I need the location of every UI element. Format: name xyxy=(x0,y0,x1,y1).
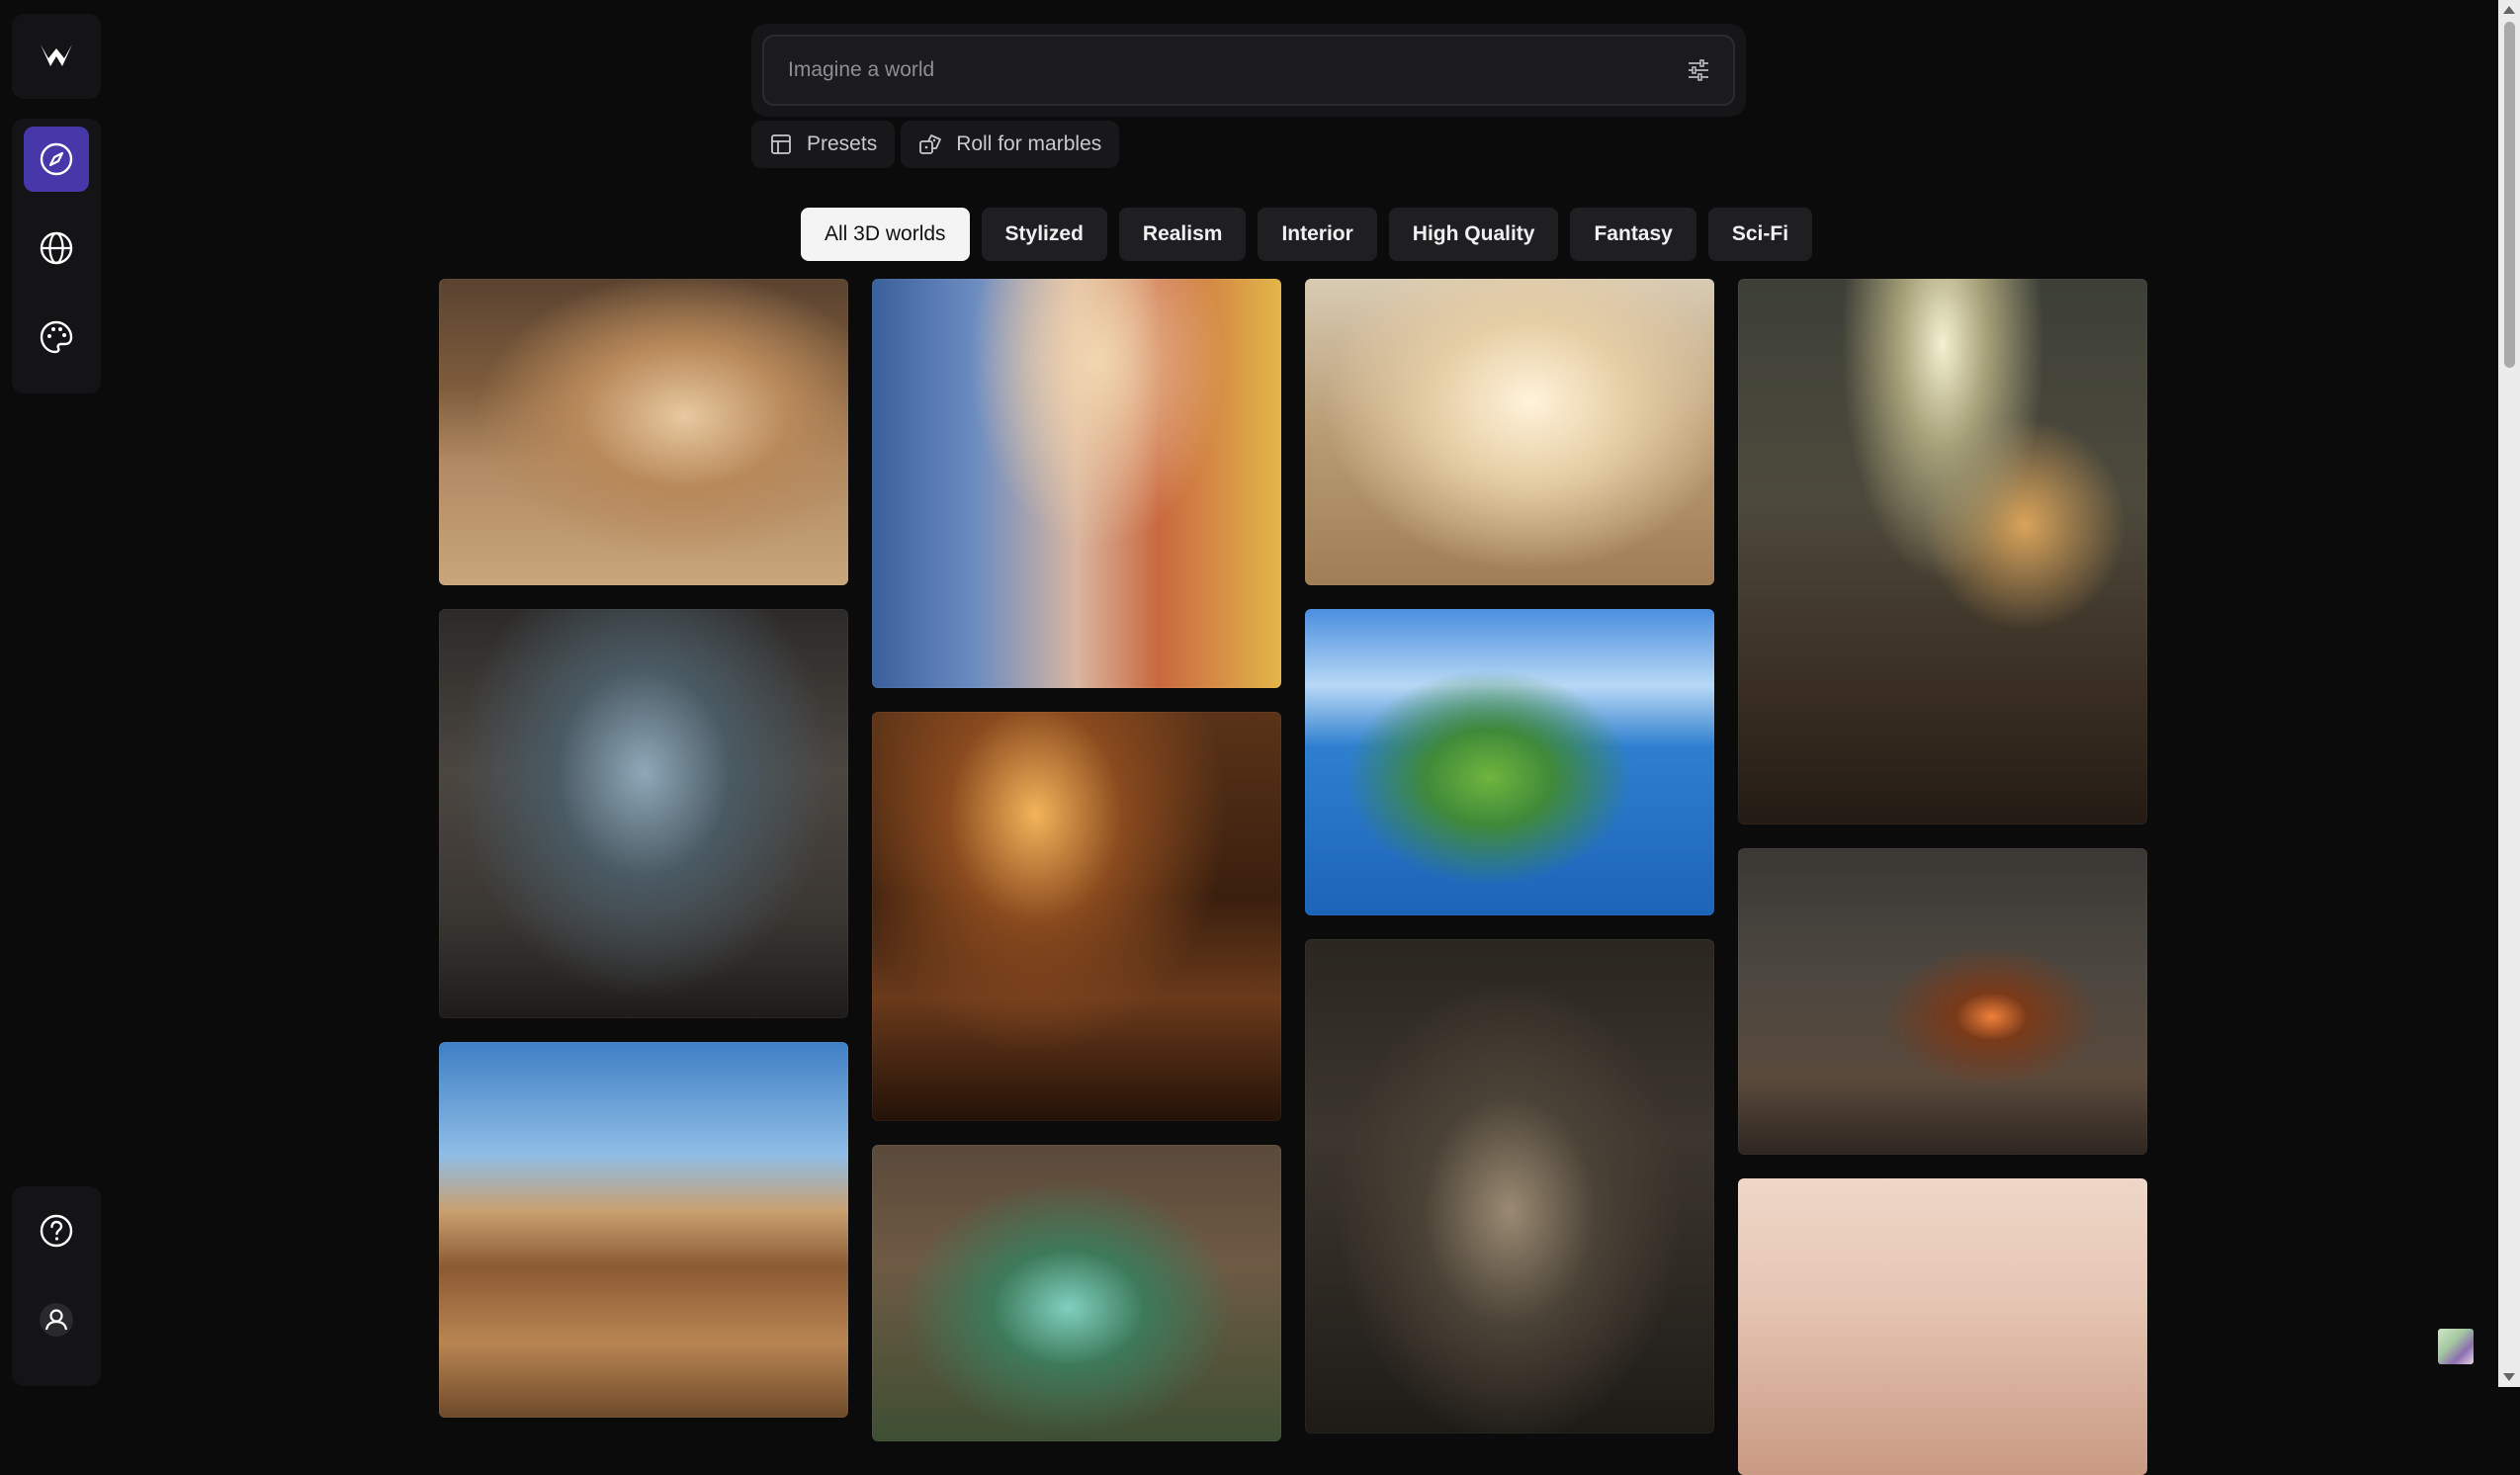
world-card-rustic-cabin[interactable] xyxy=(1738,848,2147,1155)
sidebar-logo-group xyxy=(12,14,101,99)
world-card-tropical-island[interactable] xyxy=(1305,609,1714,915)
roll-for-marbles-label: Roll for marbles xyxy=(956,132,1102,155)
tab-high-quality[interactable]: High Quality xyxy=(1388,208,1559,261)
world-card-detective-office[interactable] xyxy=(1738,279,2147,824)
compass-icon xyxy=(40,142,73,176)
dice-icon xyxy=(919,134,942,154)
world-card-lisbon-tram-street[interactable] xyxy=(872,279,1281,688)
help-button[interactable] xyxy=(24,1198,89,1263)
search-box xyxy=(762,35,1735,106)
nav-styles-button[interactable] xyxy=(24,304,89,370)
sidebar-bottom xyxy=(12,1186,101,1386)
presets-label: Presets xyxy=(807,132,878,155)
tab-realism[interactable]: Realism xyxy=(1118,208,1247,261)
page-scrollbar[interactable] xyxy=(2498,0,2520,1387)
account-button[interactable] xyxy=(24,1287,89,1352)
scroll-thumb[interactable] xyxy=(2504,22,2515,368)
logo-icon xyxy=(41,44,72,66)
tab-all-3d-worlds[interactable]: All 3D worlds xyxy=(801,208,970,261)
nav-explore-button[interactable] xyxy=(24,127,89,192)
scroll-down-icon[interactable] xyxy=(2503,1373,2515,1381)
world-card-bright-living-room[interactable] xyxy=(1738,1178,2147,1475)
tab-stylized[interactable]: Stylized xyxy=(981,208,1107,261)
world-card-old-pub-bar[interactable] xyxy=(872,712,1281,1121)
roll-for-marbles-button[interactable]: Roll for marbles xyxy=(901,121,1120,168)
world-prompt-input[interactable] xyxy=(786,57,1686,83)
app-logo[interactable] xyxy=(24,24,89,89)
nav-worlds-button[interactable] xyxy=(24,216,89,281)
help-icon xyxy=(40,1214,73,1248)
layout-icon xyxy=(771,134,791,154)
world-card-wild-west-town[interactable] xyxy=(439,1042,848,1418)
tab-fantasy[interactable]: Fantasy xyxy=(1570,208,1696,261)
globe-icon xyxy=(40,231,73,265)
tab-interior[interactable]: Interior xyxy=(1258,208,1377,261)
tab-sci-fi[interactable]: Sci-Fi xyxy=(1707,208,1813,261)
world-card-cozy-bedroom[interactable] xyxy=(1305,279,1714,585)
prompt-actions: Presets Roll for marbles xyxy=(751,121,1120,168)
world-card-gothic-chapel[interactable] xyxy=(1305,939,1714,1433)
image-preview-thumbnail[interactable] xyxy=(2438,1329,2474,1364)
category-tabs: All 3D worlds Stylized Realism Interior … xyxy=(801,208,1813,261)
palette-icon xyxy=(40,320,73,354)
search-panel xyxy=(751,24,1746,117)
sidebar-nav xyxy=(12,119,101,393)
settings-sliders-icon[interactable] xyxy=(1686,57,1711,83)
user-icon xyxy=(40,1303,73,1337)
world-card-spaceship-control-room[interactable] xyxy=(439,609,848,1018)
presets-button[interactable]: Presets xyxy=(751,121,896,168)
world-card-desert-market-street[interactable] xyxy=(439,279,848,585)
world-card-fantasy-cave-city[interactable] xyxy=(872,1145,1281,1441)
scroll-up-icon[interactable] xyxy=(2503,6,2515,14)
